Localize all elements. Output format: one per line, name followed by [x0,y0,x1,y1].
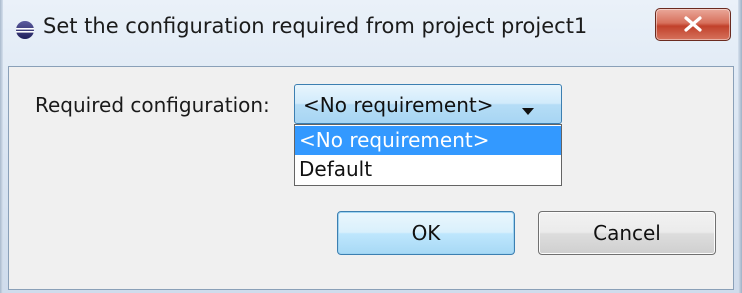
close-button[interactable] [655,8,731,41]
option-no-requirement[interactable]: <No requirement> [295,126,561,155]
eclipse-sphere-icon [15,20,35,40]
title-bar[interactable]: Set the configuration required from proj… [3,0,738,68]
required-configuration-combo[interactable]: <No requirement> [294,84,562,124]
combo-selected-value: <No requirement> [303,93,494,117]
dialog-window: Set the configuration required from proj… [0,0,742,293]
ok-button[interactable]: OK [337,211,515,255]
window-border-right [738,0,742,293]
combo-dropdown-list: <No requirement> Default [294,124,562,186]
close-x-icon [684,16,702,32]
window-title: Set the configuration required from proj… [43,14,588,38]
option-default[interactable]: Default [295,155,561,184]
dialog-content: Required configuration: <No requirement>… [8,66,734,290]
required-configuration-label: Required configuration: [35,93,270,117]
cancel-button[interactable]: Cancel [538,211,716,255]
dropdown-arrow-icon[interactable] [521,101,535,120]
